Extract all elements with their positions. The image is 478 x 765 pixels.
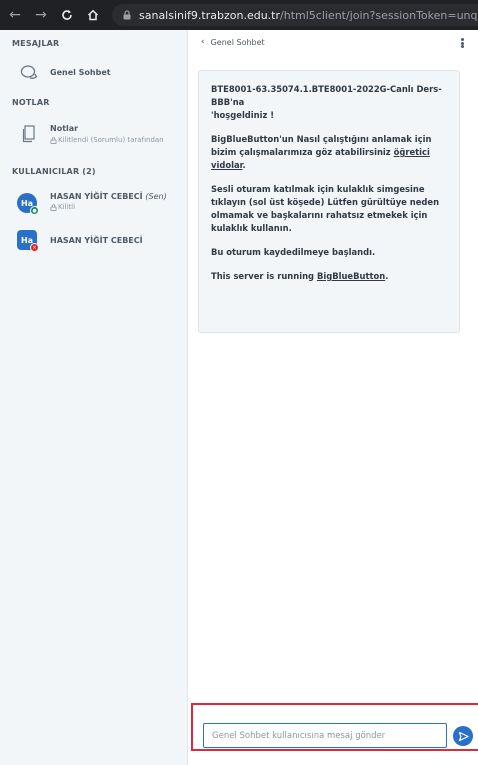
user-name: HASAN YİĞİT CEBECİ: [50, 236, 143, 245]
sidebar-item-public-chat[interactable]: Genel Sohbet: [0, 62, 188, 90]
url-path: /html5client/join?sessionToken=unq2bmzdl…: [280, 8, 478, 22]
address-bar[interactable]: sanalsinif9.trabzon.edu.tr/html5client/j…: [112, 4, 478, 26]
send-button[interactable]: [453, 726, 473, 746]
notes-status: Kilitlendi (Sorumlu) tarafından: [58, 136, 164, 144]
public-chat-label: Genel Sohbet: [50, 68, 111, 77]
welcome-line-2: BBB'na: [211, 97, 245, 107]
notes-icon: [22, 125, 35, 143]
chat-bubbles-icon: [20, 65, 38, 79]
lock-icon: [50, 203, 57, 211]
lock-icon: [50, 136, 57, 144]
bigbluebutton-link[interactable]: BigBlueButton: [317, 271, 385, 281]
message-input[interactable]: [203, 723, 447, 748]
notes-label: Notlar: [50, 124, 79, 133]
muted-microphone-icon: ×: [30, 243, 39, 252]
more-options-icon[interactable]: [456, 36, 468, 50]
self-tag: (Sen): [145, 192, 167, 201]
microphone-status-icon: ●: [30, 206, 39, 215]
chat-header: ‹ Genel Sohbet: [189, 30, 478, 56]
welcome-line-3: 'hoşgeldiniz !: [211, 110, 275, 120]
home-icon[interactable]: [82, 4, 104, 26]
welcome-line-1: BTE8001-63.35074.1.BTE8001-2022G-Canlı D…: [211, 84, 442, 94]
user-status: Kilitli: [58, 203, 76, 211]
chat-title: Genel Sohbet: [210, 37, 265, 47]
welcome-message: BTE8001-63.35074.1.BTE8001-2022G-Canlı D…: [198, 70, 460, 333]
forward-arrow-icon[interactable]: →: [30, 4, 52, 26]
reload-icon[interactable]: [56, 4, 78, 26]
messages-section-title: MESAJLAR: [12, 39, 60, 48]
notes-section-title: NOTLAR: [12, 98, 50, 107]
welcome-audio-text: Sesli oturam katılmak için kulaklık simg…: [211, 184, 440, 233]
chat-back-button[interactable]: ‹ Genel Sohbet: [201, 37, 265, 47]
browser-toolbar: ← → sanalsinif9.trabzon.edu.tr/html5clie…: [0, 0, 478, 30]
chevron-left-icon: ‹: [201, 37, 205, 47]
server-info-text: This server is running: [211, 271, 317, 281]
sidebar-item-notes[interactable]: Notlar Kilitlendi (Sorumlu) tarafından: [0, 122, 188, 152]
back-arrow-icon[interactable]: ←: [4, 4, 26, 26]
lock-icon: [123, 10, 131, 20]
chat-panel: ‹ Genel Sohbet BTE8001-63.35074.1.BTE800…: [189, 30, 478, 765]
recording-notice: Bu oturum kaydedilmeye başlandı.: [211, 247, 376, 257]
send-icon: [458, 731, 469, 741]
user-name: HASAN YİĞİT CEBECİ: [50, 192, 143, 201]
users-section-title: KULLANICILAR (2): [12, 167, 96, 176]
user-list-item[interactable]: Ha × HASAN YİĞİT CEBECİ: [0, 227, 188, 255]
user-list-sidebar: MESAJLAR Genel Sohbet NOTLAR Notlar Kili…: [0, 30, 188, 765]
user-list-item[interactable]: Ha ● HASAN YİĞİT CEBECİ (Sen) Kilitli: [0, 188, 188, 216]
url-host: sanalsinif9.trabzon.edu.tr: [139, 8, 281, 22]
